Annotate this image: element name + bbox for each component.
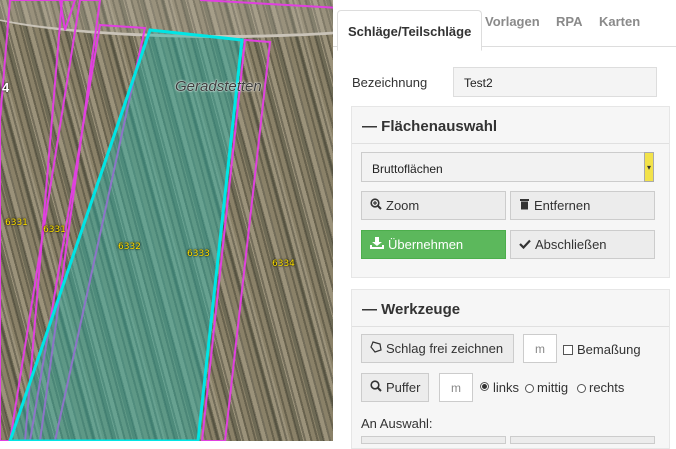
tab-karten[interactable]: Karten <box>599 14 640 29</box>
mittig-radio[interactable] <box>525 384 534 393</box>
an-auswahl-label: An Auswahl: <box>361 416 433 431</box>
plot-label: 6333 <box>187 249 210 259</box>
draw-label: Schlag frei zeichnen <box>386 341 504 356</box>
uebernehmen-label: Übernehmen <box>388 237 464 252</box>
rechts-radio[interactable] <box>577 384 586 393</box>
checkmark-icon <box>519 237 531 252</box>
select-value: Bruttoflächen <box>372 162 443 176</box>
flaechen-select[interactable]: Bruttoflächen ▾ <box>361 152 654 182</box>
abschliessen-button[interactable]: Abschließen <box>510 230 655 259</box>
meter-input[interactable]: m <box>523 334 557 363</box>
draw-polygon-icon <box>370 341 382 356</box>
tab-vorlagen[interactable]: Vorlagen <box>485 14 540 29</box>
mittig-label: mittig <box>537 380 569 395</box>
trash-icon <box>519 198 530 213</box>
bezeichnung-label: Bezeichnung <box>352 75 428 90</box>
zoom-label: Zoom <box>386 198 420 213</box>
entfernen-button[interactable]: Entfernen <box>510 191 655 220</box>
auswahl-button-1[interactable] <box>361 436 506 444</box>
bezeichnung-input[interactable]: Test2 <box>453 67 657 97</box>
download-icon <box>370 237 384 252</box>
bemassung-label: Bemaßung <box>577 342 641 357</box>
tab-rpa[interactable]: RPA <box>556 14 582 29</box>
map-edge-number: 4 <box>2 80 10 95</box>
plot-label: 6334 <box>272 259 295 269</box>
plot-label: 6332 <box>118 242 141 252</box>
bemassung-checkbox[interactable] <box>563 345 573 355</box>
auswahl-button-2[interactable] <box>510 436 655 444</box>
plot-label: 6331 <box>5 218 28 228</box>
plot-label: 6331 <box>43 225 66 235</box>
schlag-zeichnen-button[interactable]: Schlag frei zeichnen <box>361 334 514 363</box>
puffer-button[interactable]: Puffer <box>361 373 429 402</box>
tab-bar: Schläge/Teilschläge Vorlagen RPA Karten <box>333 0 676 51</box>
werkzeuge-title[interactable]: — Werkzeuge <box>362 301 460 318</box>
rechts-label: rechts <box>589 380 625 395</box>
tab-schlaege[interactable]: Schläge/Teilschläge <box>337 10 483 51</box>
place-name-label: Geradstetten <box>175 78 262 95</box>
links-label: links <box>493 380 520 395</box>
puffer-label: Puffer <box>386 380 421 395</box>
abschliessen-label: Abschließen <box>535 237 607 252</box>
flaechenauswahl-title[interactable]: — Flächenauswahl <box>362 118 497 135</box>
entfernen-label: Entfernen <box>534 198 591 213</box>
zoom-button[interactable]: Zoom <box>361 191 506 220</box>
dropdown-caret-icon: ▾ <box>644 152 654 182</box>
puffer-meter-input[interactable]: m <box>439 373 473 402</box>
links-radio[interactable] <box>480 382 489 391</box>
parcel-overlay <box>0 0 340 441</box>
uebernehmen-button[interactable]: Übernehmen <box>361 230 506 259</box>
zoom-in-icon <box>370 198 382 213</box>
search-icon <box>370 380 382 395</box>
divider <box>352 143 669 144</box>
side-panel: Schläge/Teilschläge Vorlagen RPA Karten … <box>333 0 676 449</box>
divider <box>352 326 669 327</box>
map-view[interactable]: 4 Geradstetten 6331 6331 6332 6333 6334 <box>0 0 340 441</box>
